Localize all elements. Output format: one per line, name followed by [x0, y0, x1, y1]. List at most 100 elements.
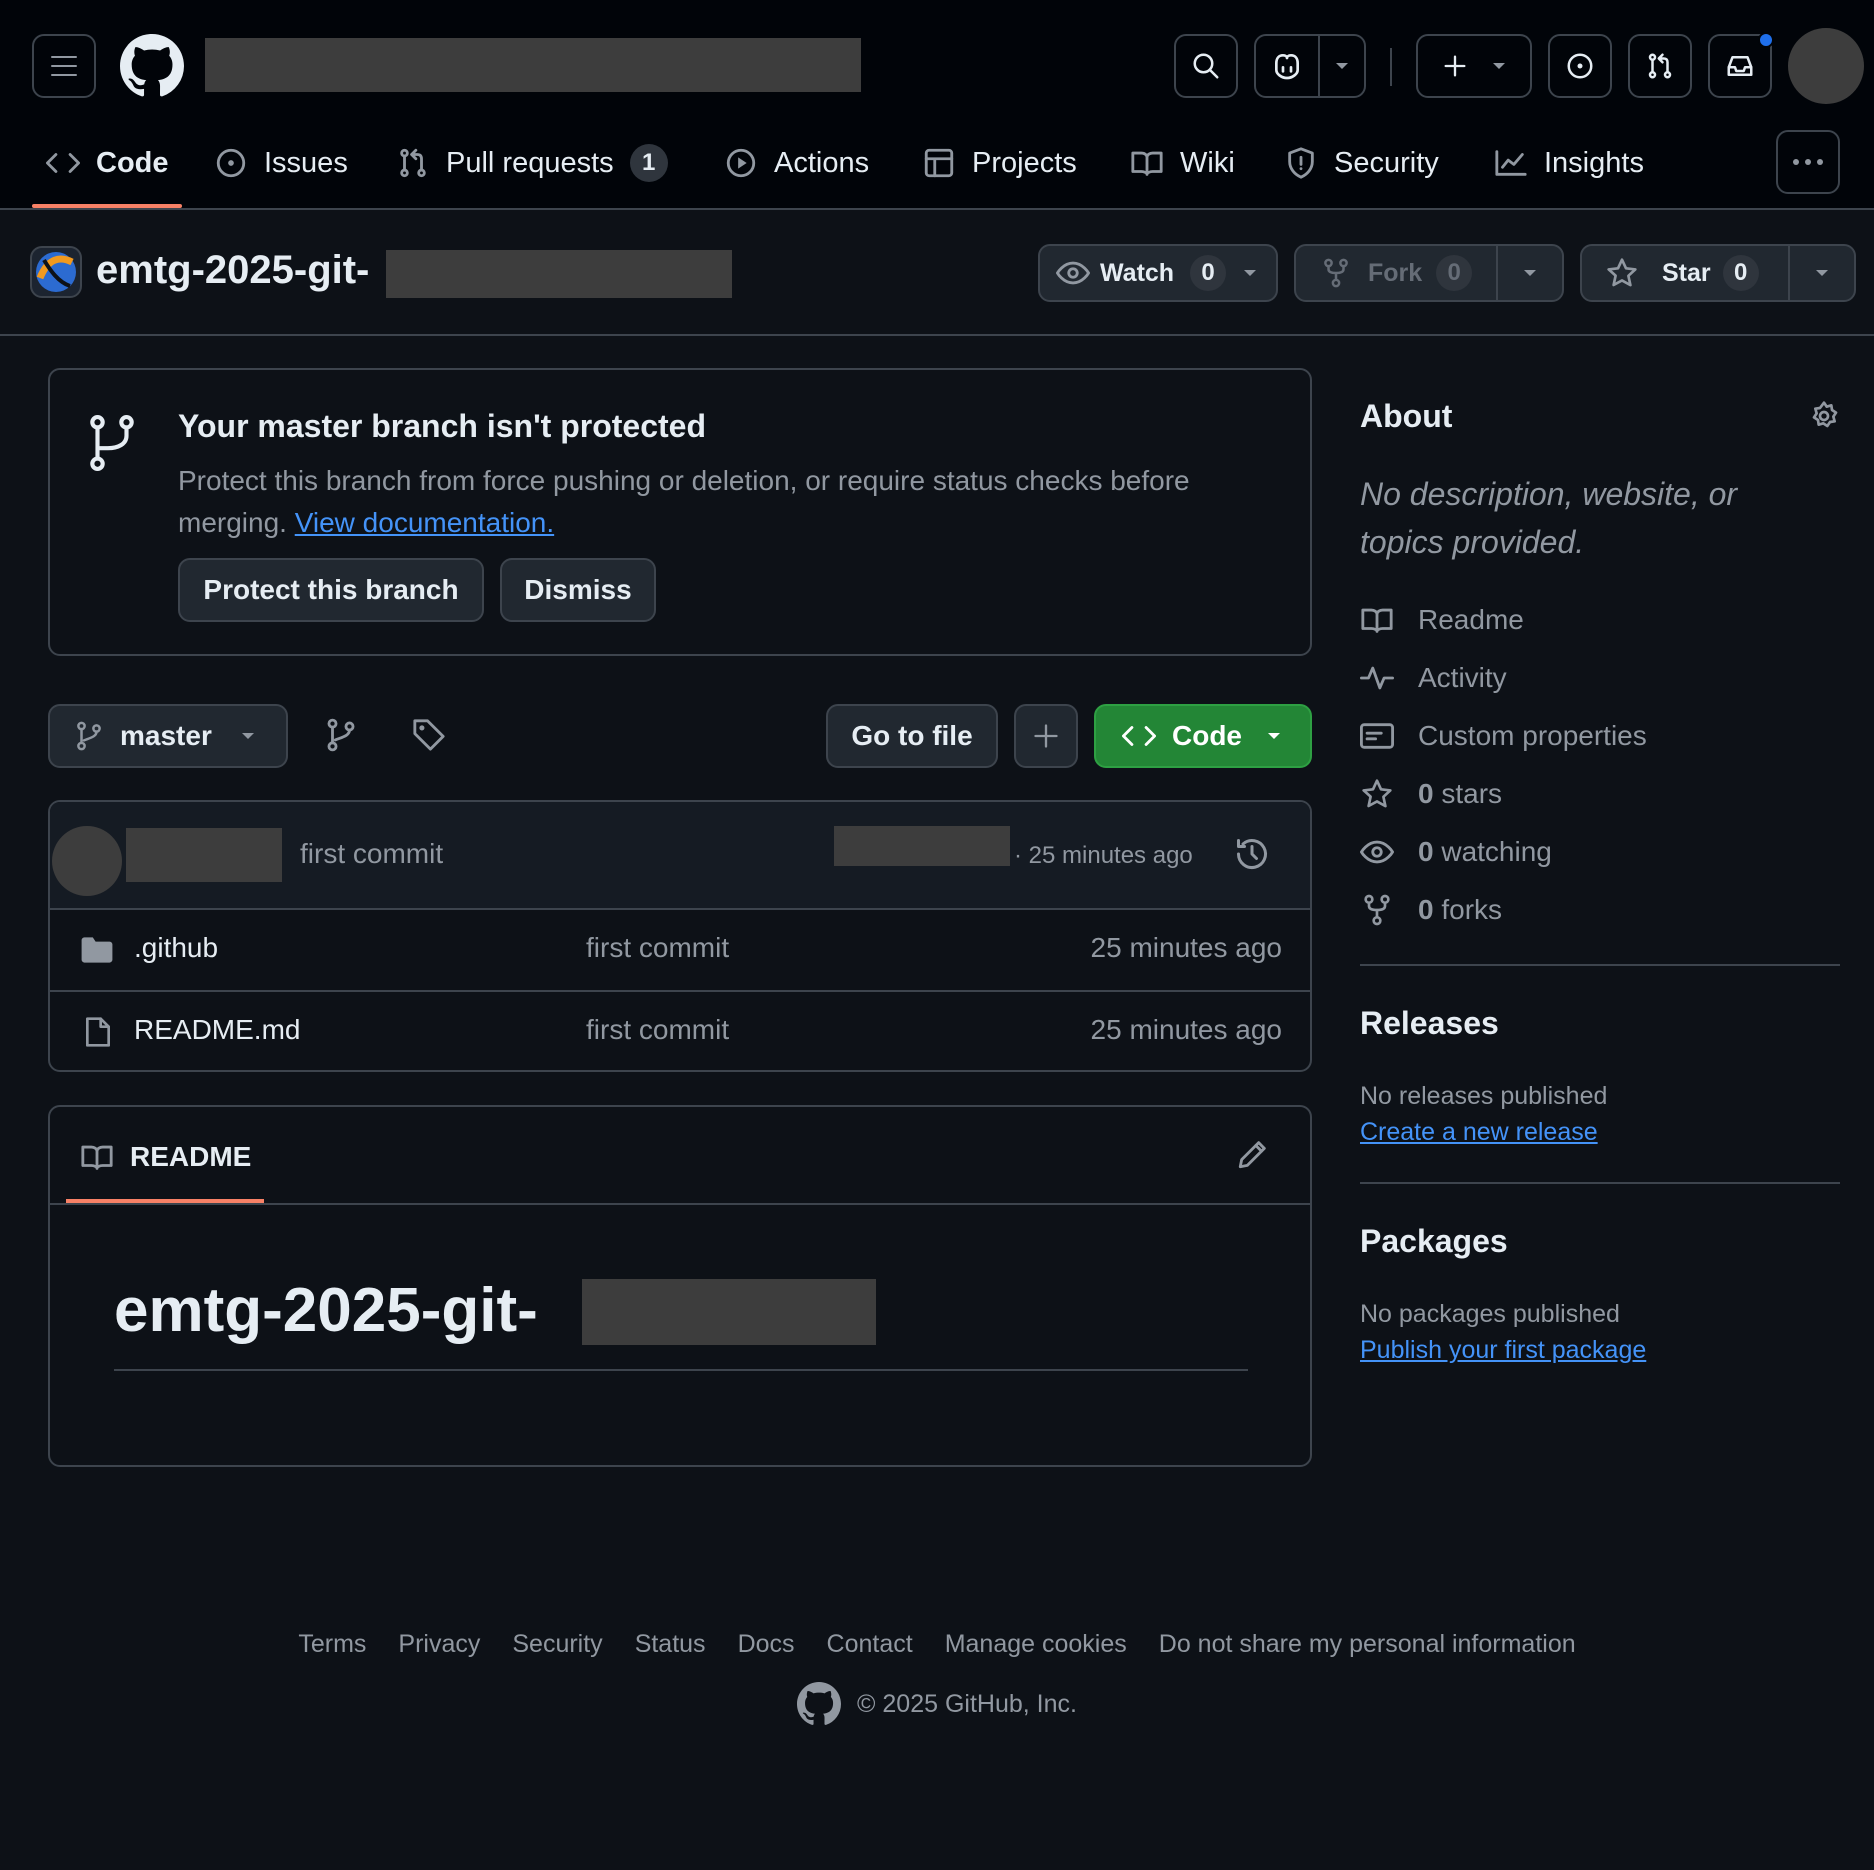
publish-package-link[interactable]: Publish your first package [1360, 1336, 1646, 1365]
hamburger-icon [51, 56, 77, 76]
create-new-button[interactable] [1416, 34, 1532, 98]
file-list: first commit · 25 minutes ago .github fi… [48, 800, 1312, 1072]
footer-link-contact[interactable]: Contact [827, 1630, 913, 1659]
divider [50, 1203, 1310, 1205]
releases-title[interactable]: Releases [1360, 1005, 1499, 1042]
tab-label: Security [1334, 146, 1439, 179]
file-commit-message[interactable]: first commit [586, 932, 729, 964]
tab-code[interactable]: Code [46, 138, 169, 188]
star-dropdown[interactable] [1788, 244, 1856, 302]
star-button[interactable]: Star 0 [1580, 244, 1790, 302]
copilot-button[interactable] [1254, 34, 1366, 98]
chevron-down-icon [1524, 270, 1536, 276]
add-file-button[interactable] [1014, 704, 1078, 768]
issues-button[interactable] [1548, 34, 1612, 98]
watch-button[interactable]: Watch 0 [1038, 244, 1278, 302]
sidebar-item-label: Readme [1418, 604, 1524, 635]
star-count: 0 [1722, 255, 1759, 291]
code-button-label: Code [1172, 720, 1242, 751]
sidebar-item-label: watching [1441, 836, 1552, 867]
folder-icon [81, 937, 113, 963]
tab-projects[interactable]: Projects [922, 138, 1077, 188]
more-tabs-button[interactable] [1776, 130, 1840, 194]
pull-request-count: 1 [629, 144, 668, 182]
create-release-link[interactable]: Create a new release [1360, 1118, 1598, 1147]
tab-actions[interactable]: Actions [724, 138, 869, 188]
sidebar-item-label: Custom properties [1418, 720, 1647, 751]
readme-tab-label: README [130, 1141, 252, 1172]
repo-title-bar: emtg-2025-git- Watch 0 Fork 0 Star 0 [0, 210, 1874, 336]
repo-name[interactable]: emtg-2025-git- [96, 248, 369, 293]
avatar[interactable] [1788, 28, 1864, 104]
search-button[interactable] [1174, 34, 1238, 98]
repo-owner-avatar[interactable] [30, 246, 82, 298]
code-dropdown-button[interactable]: Code [1094, 704, 1312, 768]
footer-link-terms[interactable]: Terms [298, 1630, 366, 1659]
file-name[interactable]: README.md [134, 1014, 300, 1046]
sidebar-item-forks[interactable]: 0 forks [1360, 894, 1502, 926]
tab-wiki[interactable]: Wiki [1130, 138, 1235, 188]
view-documentation-link[interactable]: View documentation. [295, 507, 554, 538]
code-icon [46, 153, 80, 173]
chevron-down-icon [1336, 63, 1348, 69]
dismiss-button[interactable]: Dismiss [500, 558, 656, 622]
footer-link-security[interactable]: Security [512, 1630, 602, 1659]
table-row[interactable]: README.md first commit 25 minutes ago [50, 990, 1310, 1070]
forks-count: 0 [1418, 894, 1434, 925]
pull-request-icon [1648, 53, 1672, 79]
go-to-file-button[interactable]: Go to file [826, 704, 998, 768]
fork-button[interactable]: Fork 0 [1294, 244, 1498, 302]
footer-link-manage-cookies[interactable]: Manage cookies [945, 1630, 1127, 1659]
footer-link-status[interactable]: Status [635, 1630, 706, 1659]
history-icon[interactable] [1234, 836, 1270, 872]
watching-count: 0 [1418, 836, 1434, 867]
fork-dropdown[interactable] [1496, 244, 1564, 302]
commit-message[interactable]: first commit [300, 838, 443, 870]
file-commit-message[interactable]: first commit [586, 1014, 729, 1046]
sidebar-item-stars[interactable]: 0 stars [1360, 778, 1502, 810]
sidebar-item-activity[interactable]: Activity [1360, 662, 1507, 694]
footer-link-do-not-share[interactable]: Do not share my personal information [1159, 1630, 1576, 1659]
star-label: Star [1662, 258, 1711, 287]
latest-commit-row: first commit · 25 minutes ago [50, 802, 1310, 908]
sidebar-item-watching[interactable]: 0 watching [1360, 836, 1552, 868]
note-icon [1360, 723, 1394, 749]
pencil-icon[interactable] [1236, 1137, 1270, 1171]
sidebar-item-custom-properties[interactable]: Custom properties [1360, 720, 1647, 752]
protect-branch-button[interactable]: Protect this branch [178, 558, 484, 622]
committer-avatar[interactable] [52, 826, 122, 896]
readme-tab[interactable]: README [80, 1141, 251, 1173]
chevron-down-icon [1268, 733, 1280, 739]
github-logo-icon[interactable] [797, 1682, 842, 1726]
branch-select[interactable]: master [48, 704, 288, 768]
tab-label: Wiki [1180, 146, 1235, 179]
footer-link-docs[interactable]: Docs [738, 1630, 795, 1659]
tab-issues[interactable]: Issues [214, 138, 348, 188]
footer-copyright-row: © 2025 GitHub, Inc. [0, 1682, 1874, 1726]
divider [1360, 964, 1840, 966]
sidebar-item-readme[interactable]: Readme [1360, 604, 1524, 636]
tab-security[interactable]: Security [1284, 138, 1439, 188]
file-icon [86, 1017, 110, 1047]
tab-label: Actions [774, 146, 870, 179]
table-row[interactable]: .github first commit 25 minutes ago [50, 908, 1310, 990]
branches-icon[interactable] [326, 718, 356, 752]
about-description: No description, website, or topics provi… [1360, 476, 1738, 560]
github-logo-icon[interactable] [120, 34, 184, 98]
menu-button[interactable] [32, 34, 96, 98]
tag-icon[interactable] [412, 718, 446, 752]
divider [1390, 48, 1392, 86]
footer-links: Terms Privacy Security Status Docs Conta… [0, 1630, 1874, 1659]
file-name[interactable]: .github [134, 932, 218, 964]
pull-requests-button[interactable] [1628, 34, 1692, 98]
gear-icon[interactable] [1808, 400, 1840, 432]
tab-insights[interactable]: Insights [1494, 138, 1644, 188]
footer-link-privacy[interactable]: Privacy [398, 1630, 480, 1659]
tab-pull-requests[interactable]: Pull requests 1 [396, 138, 668, 188]
inbox-icon [1727, 56, 1753, 76]
star-icon [1362, 779, 1392, 808]
packages-title[interactable]: Packages [1360, 1223, 1508, 1260]
copyright: © 2025 GitHub, Inc. [857, 1689, 1077, 1718]
chevron-down-icon [1816, 270, 1828, 276]
plus-icon [1444, 55, 1466, 77]
